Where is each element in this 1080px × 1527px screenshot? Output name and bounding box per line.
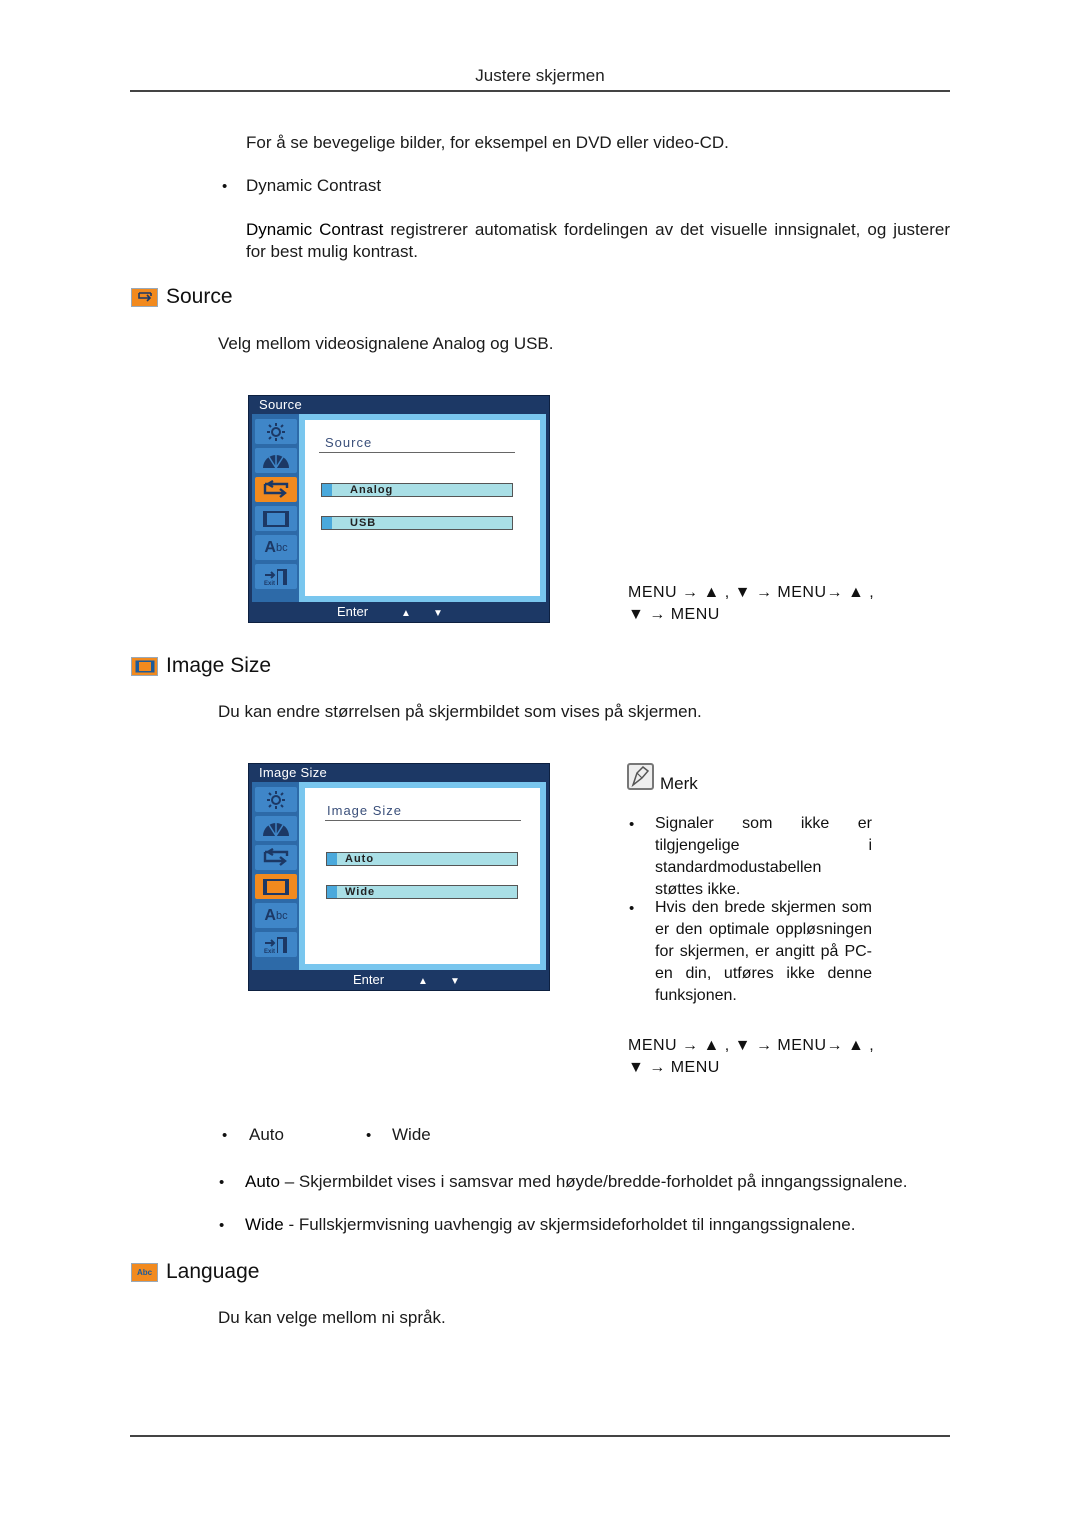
note-title: Merk [660, 774, 698, 793]
osd-up-arrow-icon: ▲ [418, 976, 428, 987]
footer-divider [130, 1435, 950, 1437]
wide-term: Wide [245, 1215, 284, 1234]
auto-desc: – Skjermbildet vises i samsvar med høyde… [279, 1172, 908, 1191]
wide-detail: Wide - Fullskjermvisning uavhengig av sk… [245, 1214, 855, 1236]
bullet-marker: • [629, 900, 635, 917]
image-size-description: Du kan endre størrelsen på skjermbildet … [218, 702, 702, 721]
osd-window-title: Source [259, 397, 302, 412]
osd-down-arrow-icon: ▼ [433, 608, 443, 619]
exit-icon: Exit [255, 564, 297, 589]
auto-term: Auto [245, 1172, 280, 1191]
osd-option-usb[interactable]: USB [321, 516, 513, 530]
language-section-title: Abc Language [131, 1260, 259, 1284]
osd-option-wide[interactable]: Wide [326, 885, 518, 899]
source-menu-path: MENU → ▲ , ▼ → MENU→ ▲ , ▼ → MENU [628, 582, 874, 626]
source-osd-screenshot: Source Abc Exit Source Analog USB Enter … [248, 395, 550, 623]
image-size-icon [255, 506, 297, 531]
image-size-icon [131, 656, 158, 676]
osd-up-arrow-icon: ▲ [401, 608, 411, 619]
wide-desc: - Fullskjermvisning uavhengig av skjerms… [283, 1215, 856, 1234]
source-title-text: Source [166, 285, 233, 308]
bullet-marker: • [629, 816, 635, 833]
brightness-icon [255, 419, 297, 444]
language-abc-icon: Abc [255, 903, 297, 928]
bullet-marker: • [222, 1127, 228, 1144]
dynamic-contrast-bullet: Dynamic Contrast [246, 176, 382, 195]
svg-text:Exit: Exit [264, 949, 275, 955]
menu-path-line1: MENU → ▲ , ▼ → MENU→ ▲ , [628, 584, 875, 601]
auto-detail: Auto – Skjermbildet vises i samsvar med … [245, 1171, 907, 1193]
osd-sidebar: Abc Exit [252, 782, 299, 970]
color-gauge-icon [255, 448, 297, 473]
osd-option-auto[interactable]: Auto [326, 852, 518, 866]
color-gauge-icon [255, 816, 297, 841]
source-swap-icon [131, 287, 158, 307]
exit-icon: Exit [255, 932, 297, 957]
menu-path-line1: MENU → ▲ , ▼ → MENU→ ▲ , [628, 1037, 875, 1054]
note-header: Merk [627, 763, 698, 793]
video-text: For å se bevegelige bilder, for eksempel… [246, 133, 729, 152]
dynamic-contrast-paragraph: Dynamic Contrast registrerer automatisk … [246, 219, 950, 263]
image-size-menu-path: MENU → ▲ , ▼ → MENU→ ▲ , ▼ → MENU [628, 1035, 874, 1079]
option-wide-label: Wide [392, 1125, 431, 1144]
source-description: Velg mellom videosignalene Analog og USB… [218, 334, 554, 353]
dynamic-contrast-term: Dynamic Contrast [246, 220, 384, 239]
header-divider [130, 90, 950, 92]
source-swap-icon [255, 845, 297, 870]
image-size-title-text: Image Size [166, 654, 272, 677]
bullet-marker: • [219, 1217, 225, 1234]
option-auto-label: Auto [249, 1125, 284, 1144]
osd-enter-label: Enter [353, 972, 385, 987]
language-abc-icon: Abc [255, 535, 297, 560]
osd-footer: Enter ▲ ▼ [249, 602, 549, 622]
osd-footer: Enter ▲ ▼ [249, 970, 549, 990]
osd-enter-label: Enter [337, 604, 369, 619]
bullet-marker: • [222, 178, 228, 195]
source-section-title: Source [131, 285, 233, 309]
osd-heading: Source [325, 435, 373, 450]
bullet-marker: • [219, 1174, 225, 1191]
image-size-section-title: Image Size [131, 654, 271, 678]
image-size-osd-screenshot: Image Size Abc Exit Image Size Auto Wide… [248, 763, 550, 991]
image-size-icon [255, 874, 297, 899]
language-title-text: Language [166, 1260, 260, 1283]
osd-window-title: Image Size [259, 765, 328, 780]
svg-text:Exit: Exit [264, 581, 275, 587]
bullet-marker: • [366, 1127, 372, 1144]
language-abc-icon: Abc [131, 1262, 158, 1282]
osd-content-panel: Image Size Auto Wide [299, 782, 546, 970]
osd-sidebar: Abc Exit [252, 414, 299, 602]
menu-path-line2: ▼ → MENU [628, 1059, 720, 1076]
note-item-1: Signaler som ikke er tilgjengelige i sta… [655, 815, 872, 898]
menu-path-line2: ▼ → MENU [628, 606, 720, 623]
source-swap-icon [255, 477, 297, 502]
page-header-title: Justere skjermen [475, 66, 605, 85]
osd-content-panel: Source Analog USB [299, 414, 546, 602]
language-description: Du kan velge mellom ni språk. [218, 1308, 446, 1327]
osd-option-analog[interactable]: Analog [321, 483, 513, 497]
note-item-2: Hvis den brede skjermen som er den optim… [655, 899, 872, 1004]
osd-heading-rule [325, 820, 521, 821]
brightness-icon [255, 787, 297, 812]
osd-heading: Image Size [327, 803, 403, 818]
note-pencil-icon [627, 763, 654, 790]
osd-down-arrow-icon: ▼ [450, 976, 460, 987]
osd-heading-rule [319, 452, 515, 453]
